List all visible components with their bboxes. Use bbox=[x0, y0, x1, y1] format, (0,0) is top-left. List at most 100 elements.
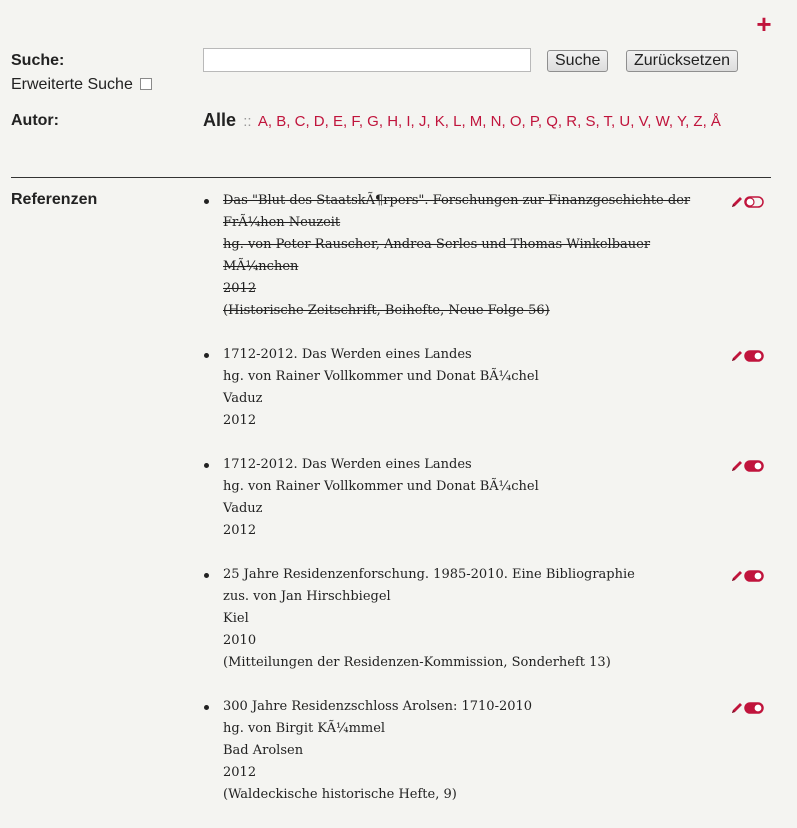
reference-detail: FrÃ¼hen Neuzeit bbox=[223, 215, 341, 230]
references-list: Das "Blut des StaatskÃ¶rpers". Forschung… bbox=[203, 190, 766, 828]
reference-actions bbox=[730, 349, 766, 363]
reference-actions bbox=[730, 459, 766, 473]
alpha-letter-link[interactable]: Q bbox=[546, 113, 558, 130]
reference-item: 300 Jahre Residenzschloss Arolsen: 1710-… bbox=[203, 696, 766, 806]
reference-actions bbox=[730, 195, 766, 209]
alpha-comma: , bbox=[521, 113, 530, 130]
alpha-letter-link[interactable]: W bbox=[656, 113, 669, 130]
alpha-letter-link[interactable]: R bbox=[566, 113, 577, 130]
alpha-letter-link[interactable]: Å bbox=[711, 113, 721, 130]
pencil-icon[interactable] bbox=[730, 569, 744, 583]
alpha-comma: , bbox=[378, 113, 388, 130]
reference-item: 1712-2012. Das Werden eines Landes hg. vo… bbox=[203, 454, 766, 542]
alpha-letter-link[interactable]: K bbox=[435, 113, 445, 130]
alpha-comma: , bbox=[305, 113, 314, 130]
reference-detail: Vaduz bbox=[223, 391, 263, 406]
alpha-letter-link[interactable]: D bbox=[314, 113, 325, 130]
advanced-search-checkbox[interactable] bbox=[140, 78, 152, 90]
alpha-separator: :: bbox=[243, 113, 252, 130]
reference-detail: zus. von Jan Hirschbiegel bbox=[223, 589, 391, 604]
alpha-comma: , bbox=[444, 113, 454, 130]
alpha-comma: , bbox=[647, 113, 656, 130]
alpha-comma: , bbox=[426, 113, 435, 130]
reference-detail: MÃ¼nchen bbox=[223, 259, 299, 274]
reference-title: Das "Blut des StaatskÃ¶rpers". Forschung… bbox=[223, 193, 691, 208]
alpha-letter-link[interactable]: O bbox=[510, 113, 522, 130]
alpha-letter-link[interactable]: M bbox=[470, 113, 483, 130]
alpha-letter-link[interactable]: S bbox=[585, 113, 595, 130]
alpha-comma: , bbox=[702, 113, 711, 130]
alpha-comma: , bbox=[267, 113, 277, 130]
reference-detail: Kiel bbox=[223, 611, 249, 626]
alpha-comma: , bbox=[410, 113, 419, 130]
alpha-letter-link[interactable]: N bbox=[491, 113, 502, 130]
search-button[interactable]: Suche bbox=[547, 50, 609, 72]
alpha-letter-link[interactable]: H bbox=[387, 113, 398, 130]
reference-item: 25 Jahre Residenzenforschung. 1985-2010.… bbox=[203, 564, 764, 674]
alpha-letter-link[interactable]: C bbox=[295, 113, 306, 130]
reference-detail: (Mitteilungen der Residenzen-Kommission,… bbox=[223, 655, 611, 670]
author-alphabet-filter: Alle :: A, B, C, D, E, F, G, H, I, J, K,… bbox=[203, 110, 721, 131]
reference-item: Das "Blut des StaatskÃ¶rpers". Forschung… bbox=[203, 190, 766, 322]
reference-title: 25 Jahre Residenzenforschung. 1985-2010.… bbox=[223, 567, 635, 582]
alpha-letter-link[interactable]: V bbox=[639, 113, 648, 130]
reference-detail: hg. von Rainer Vollkommer und Donat BÃ¼c… bbox=[223, 479, 539, 494]
toggle-icon[interactable] bbox=[744, 350, 764, 362]
pencil-icon[interactable] bbox=[730, 349, 744, 363]
pencil-icon[interactable] bbox=[730, 701, 744, 715]
reference-title: 1712-2012. Das Werden eines Landes bbox=[223, 457, 472, 472]
alpha-comma: , bbox=[286, 113, 295, 130]
section-divider bbox=[11, 177, 771, 178]
alpha-comma: , bbox=[668, 113, 677, 130]
reference-detail: 2012 bbox=[223, 413, 257, 428]
reset-button[interactable]: Zurücksetzen bbox=[626, 50, 739, 72]
add-icon[interactable]: + bbox=[754, 11, 774, 37]
reference-detail: 2012 bbox=[223, 765, 257, 780]
advanced-search-label: Erweiterte Suche bbox=[11, 76, 133, 93]
alpha-letter-link[interactable]: U bbox=[619, 113, 630, 130]
alpha-comma: , bbox=[358, 113, 368, 130]
reference-detail: hg. von Peter Rauscher, Andrea Serles un… bbox=[223, 237, 651, 252]
reference-detail: 2012 bbox=[223, 523, 257, 538]
alpha-comma: , bbox=[324, 113, 333, 130]
toggle-icon[interactable] bbox=[744, 460, 764, 472]
pencil-icon[interactable] bbox=[730, 195, 744, 209]
alpha-comma: , bbox=[537, 113, 547, 130]
reference-detail: (Waldeckische historische Hefte, 9) bbox=[223, 787, 457, 802]
reference-detail: hg. von Birgit KÃ¼mmel bbox=[223, 721, 386, 736]
reference-title: 1712-2012. Das Werden eines Landes bbox=[223, 347, 472, 362]
reference-detail: Bad Arolsen bbox=[223, 743, 304, 758]
pencil-icon[interactable] bbox=[730, 459, 744, 473]
alpha-letter-link[interactable]: B bbox=[276, 113, 286, 130]
reference-title: 300 Jahre Residenzschloss Arolsen: 1710-… bbox=[223, 699, 533, 714]
alpha-letter-link[interactable]: Y bbox=[677, 113, 685, 130]
author-label: Autor: bbox=[11, 112, 59, 129]
alpha-letter-link[interactable]: P bbox=[530, 113, 538, 130]
alpha-letter-link[interactable]: T bbox=[604, 113, 612, 130]
search-input[interactable] bbox=[203, 48, 531, 72]
references-label: Referenzen bbox=[11, 191, 98, 208]
alpha-letter-link[interactable]: G bbox=[367, 113, 379, 130]
reference-detail: (Historische Zeitschrift, Beihefte, Neue… bbox=[223, 303, 550, 318]
alpha-comma: , bbox=[595, 113, 604, 130]
alpha-comma: , bbox=[630, 113, 639, 130]
reference-detail: Vaduz bbox=[223, 501, 263, 516]
alpha-all-link[interactable]: Alle bbox=[203, 110, 236, 130]
alpha-letter-link[interactable]: E bbox=[333, 113, 343, 130]
toggle-icon[interactable] bbox=[744, 702, 764, 714]
alpha-letter-link[interactable]: F bbox=[351, 113, 359, 130]
alpha-letter-link[interactable]: Z bbox=[693, 113, 702, 130]
search-label: Suche: bbox=[11, 52, 65, 69]
toggle-icon[interactable] bbox=[744, 570, 764, 582]
reference-detail: hg. von Rainer Vollkommer und Donat BÃ¼c… bbox=[223, 369, 539, 384]
alpha-comma: , bbox=[461, 113, 470, 130]
alpha-letter-link[interactable]: A bbox=[258, 113, 268, 130]
alpha-comma: , bbox=[557, 113, 567, 130]
reference-detail: 2012 bbox=[223, 281, 257, 296]
alpha-comma: , bbox=[482, 113, 491, 130]
toggle-icon[interactable] bbox=[744, 196, 764, 208]
alpha-comma: , bbox=[501, 113, 510, 130]
reference-detail: 2010 bbox=[223, 633, 257, 648]
reference-item: 1712-2012. Das Werden eines Landes hg. vo… bbox=[203, 344, 766, 432]
reference-actions bbox=[730, 701, 766, 715]
